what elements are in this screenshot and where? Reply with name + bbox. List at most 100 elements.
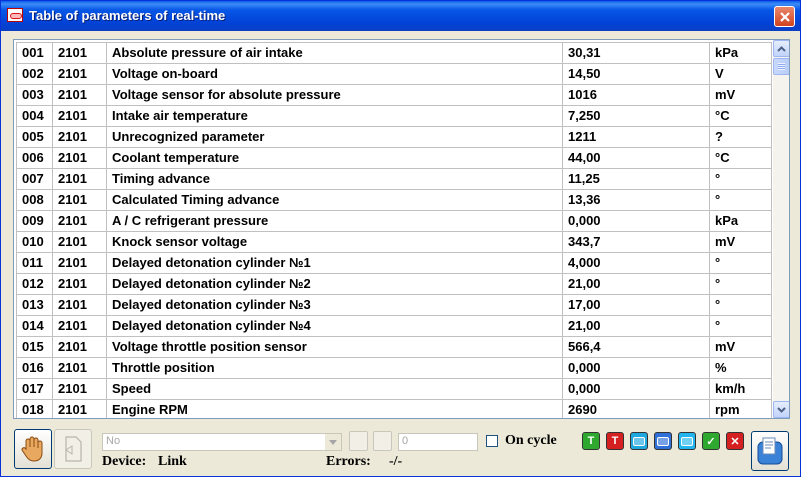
cell-name: Delayed detonation cylinder №3	[106, 294, 563, 316]
cycle-number-input[interactable]: 0	[398, 433, 478, 451]
cell-block: 2101	[52, 210, 107, 232]
cell-block: 2101	[52, 63, 107, 85]
stop-button[interactable]	[14, 429, 52, 469]
blue-list-button[interactable]	[654, 432, 672, 450]
cyan-list-icon	[633, 436, 645, 446]
cell-block: 2101	[52, 231, 107, 253]
cell-num: 013	[16, 294, 53, 316]
cell-num: 005	[16, 126, 53, 148]
scroll-down-button[interactable]	[773, 401, 789, 418]
cell-unit: rpm	[709, 399, 772, 418]
cell-unit: mV	[709, 231, 772, 253]
cell-num: 014	[16, 315, 53, 337]
cell-num: 018	[16, 399, 53, 418]
cyan-rect-button[interactable]	[678, 432, 696, 450]
cyan-rect-icon	[681, 436, 693, 446]
cell-value: 11,25	[562, 168, 710, 190]
cell-name: Throttle position	[106, 357, 563, 379]
table-row[interactable]: 007 2101 Timing advance 11,25 °	[16, 168, 772, 190]
on-cycle-checkbox[interactable]	[486, 435, 498, 447]
title-bar[interactable]: Table of parameters of real-time	[1, 1, 800, 31]
table-row[interactable]: 014 2101 Delayed detonation cylinder №4 21,…	[16, 315, 772, 337]
cell-num: 003	[16, 84, 53, 106]
vertical-scrollbar[interactable]	[773, 40, 789, 418]
scroll-up-button[interactable]	[773, 40, 789, 57]
cell-value: 2690	[562, 399, 710, 418]
cell-unit: ?	[709, 126, 772, 148]
document-button[interactable]	[54, 429, 92, 469]
cell-block: 2101	[52, 84, 107, 106]
cell-block: 2101	[52, 273, 107, 295]
cell-value: 21,00	[562, 315, 710, 337]
cell-block: 2101	[52, 357, 107, 379]
cell-unit: kPa	[709, 210, 772, 232]
cell-name: Voltage throttle position sensor	[106, 336, 563, 358]
mode-select-value: No	[106, 435, 121, 447]
small-button-2[interactable]	[373, 431, 392, 451]
table-row[interactable]: 004 2101 Intake air temperature 7,250 °C	[16, 105, 772, 127]
cell-unit: V	[709, 63, 772, 85]
cell-unit: °	[709, 168, 772, 190]
green-t-button[interactable]: T	[582, 432, 600, 450]
cell-unit: mV	[709, 336, 772, 358]
settings-button[interactable]	[751, 431, 789, 471]
table-row[interactable]: 011 2101 Delayed detonation cylinder №1 4,0…	[16, 252, 772, 274]
cell-unit: °	[709, 294, 772, 316]
cell-unit: mV	[709, 84, 772, 106]
cell-unit: °C	[709, 105, 772, 127]
table-row[interactable]: 018 2101 Engine RPM 2690 rpm	[16, 399, 772, 418]
table-row[interactable]: 013 2101 Delayed detonation cylinder №3 17,…	[16, 294, 772, 316]
green-t-icon: T	[587, 435, 595, 447]
hand-icon	[21, 436, 43, 462]
red-t-button[interactable]: T	[606, 432, 624, 450]
table-row[interactable]: 015 2101 Voltage throttle position sensor 5…	[16, 336, 772, 358]
bottom-toolbar: No 0 On cycle Device: Link Errors: -/- T…	[1, 425, 800, 477]
chevron-down-icon[interactable]	[325, 434, 341, 450]
red-x-button[interactable]: ✕	[726, 432, 744, 450]
cell-name: Calculated Timing advance	[106, 189, 563, 211]
table-row[interactable]: 003 2101 Voltage sensor for absolute press…	[16, 84, 772, 106]
close-icon	[779, 11, 790, 22]
small-button-1[interactable]	[349, 431, 368, 451]
table-row[interactable]: 008 2101 Calculated Timing advance 13,36 °	[16, 189, 772, 211]
mode-select[interactable]: No	[102, 433, 342, 451]
table-row[interactable]: 012 2101 Delayed detonation cylinder №2 21,…	[16, 273, 772, 295]
cell-value: 14,50	[562, 63, 710, 85]
cell-num: 015	[16, 336, 53, 358]
table-row[interactable]: 006 2101 Coolant temperature 44,00 °C	[16, 147, 772, 169]
table-row[interactable]: 001 2101 Absolute pressure of air intake 30…	[16, 42, 772, 64]
cell-name: Voltage on-board	[106, 63, 563, 85]
parameters-window: Table of parameters of real-time 001 2101…	[0, 0, 801, 477]
blue-list-icon	[657, 436, 669, 446]
green-check-button[interactable]: ✓	[702, 432, 720, 450]
errors-value: -/-	[389, 454, 403, 469]
scroll-thumb[interactable]	[773, 58, 789, 75]
cell-block: 2101	[52, 147, 107, 169]
table-row[interactable]: 016 2101 Throttle position 0,000%	[16, 357, 772, 379]
cell-num: 008	[16, 189, 53, 211]
cell-num: 004	[16, 105, 53, 127]
cell-num: 012	[16, 273, 53, 295]
cyan-list-button[interactable]	[630, 432, 648, 450]
cell-block: 2101	[52, 294, 107, 316]
cell-num: 009	[16, 210, 53, 232]
cell-num: 016	[16, 357, 53, 379]
cell-value: 4,000	[562, 252, 710, 274]
cell-num: 007	[16, 168, 53, 190]
table-row[interactable]: 009 2101 A / C refrigerant pressure 0,000 kP…	[16, 210, 772, 232]
close-button[interactable]	[774, 6, 795, 27]
cell-name: Coolant temperature	[106, 147, 563, 169]
cell-block: 2101	[52, 168, 107, 190]
table-row[interactable]: 017 2101 Speed 0,000 km/h	[16, 378, 772, 400]
cell-value: 0,000	[562, 378, 710, 400]
cell-name: Speed	[106, 378, 563, 400]
cell-value: 343,7	[562, 231, 710, 253]
cell-block: 2101	[52, 126, 107, 148]
table-row[interactable]: 010 2101 Knock sensor voltage 343,7 mV	[16, 231, 772, 253]
cell-unit: °C	[709, 147, 772, 169]
cell-unit: %	[709, 357, 772, 379]
table-row[interactable]: 005 2101 Unrecognized parameter 1211?	[16, 126, 772, 148]
cell-block: 2101	[52, 399, 107, 418]
table-row[interactable]: 002 2101 Voltage on-board 14,50 V	[16, 63, 772, 85]
cell-name: Unrecognized parameter	[106, 126, 563, 148]
